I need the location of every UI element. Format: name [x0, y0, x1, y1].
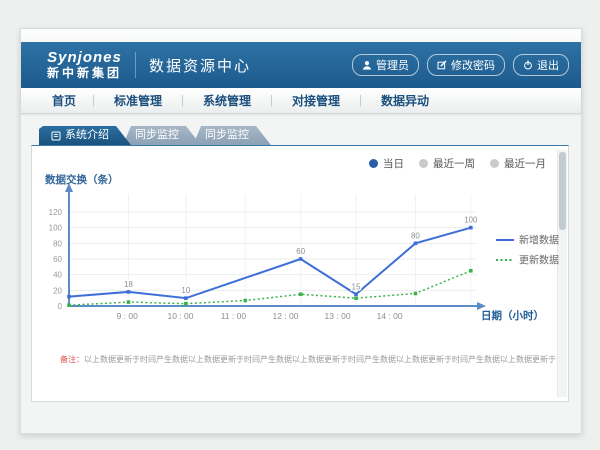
- tab-sync-monitor-1[interactable]: 同步监控: [123, 126, 201, 145]
- svg-text:更新数据: 更新数据: [519, 254, 559, 267]
- logout-label: 退出: [537, 57, 559, 73]
- current-user-button[interactable]: 管理员: [352, 54, 419, 76]
- range-option-last-month[interactable]: 最近一月: [490, 156, 546, 171]
- svg-text:20: 20: [53, 286, 62, 295]
- svg-text:100: 100: [464, 216, 478, 225]
- svg-text:60: 60: [296, 247, 305, 256]
- svg-text:120: 120: [49, 208, 63, 217]
- footnote-text: 以上数据更新于时间产生数据以上数据更新于时间产生数据以上数据更新于时间产生数据以…: [84, 355, 556, 364]
- x-axis-title: 日期（小时）: [481, 308, 544, 323]
- change-password-label: 修改密码: [451, 57, 495, 73]
- radio-unselected-icon: [419, 159, 428, 168]
- svg-text:9 : 00: 9 : 00: [117, 311, 139, 321]
- nav-item-data-changes[interactable]: 数据异动: [361, 92, 449, 109]
- svg-text:40: 40: [53, 271, 62, 280]
- svg-text:10: 10: [181, 286, 190, 295]
- svg-text:14 : 00: 14 : 00: [377, 311, 403, 321]
- nav-item-home[interactable]: 首页: [35, 92, 93, 109]
- footnote-label: 备注：: [60, 355, 84, 364]
- svg-text:11 : 00: 11 : 00: [221, 311, 247, 321]
- nav-item-integration-mgmt[interactable]: 对接管理: [272, 92, 360, 109]
- svg-text:18: 18: [124, 280, 133, 289]
- tab-label: 系统介绍: [65, 126, 109, 145]
- main-nav: 首页 标准管理 系统管理 对接管理 数据异动: [21, 88, 581, 114]
- brand-logo: Synjones 新中新集团: [47, 50, 122, 80]
- range-option-label: 最近一周: [433, 156, 475, 171]
- app-title: 数据资源中心: [149, 55, 251, 76]
- user-icon: [362, 60, 372, 70]
- current-user-label: 管理员: [376, 57, 409, 73]
- tab-sync-monitor-2[interactable]: 同步监控: [193, 126, 271, 145]
- svg-text:100: 100: [49, 224, 63, 233]
- change-password-button[interactable]: 修改密码: [427, 54, 505, 76]
- nav-item-standard-mgmt[interactable]: 标准管理: [94, 92, 182, 109]
- range-option-today[interactable]: 当日: [369, 156, 404, 171]
- svg-text:80: 80: [411, 231, 420, 240]
- edit-icon: [437, 60, 447, 70]
- app-window: Synjones 新中新集团 数据资源中心 管理员 修改密码: [20, 28, 582, 434]
- svg-text:10 : 00: 10 : 00: [168, 311, 194, 321]
- tab-bar: 系统介绍 同步监控 同步监控: [39, 126, 271, 145]
- tab-label: 同步监控: [205, 126, 249, 145]
- range-option-last-week[interactable]: 最近一周: [419, 156, 475, 171]
- svg-text:0: 0: [58, 302, 63, 311]
- document-icon: [51, 131, 61, 141]
- range-option-label: 当日: [383, 156, 404, 171]
- brand-logo-subtext: 新中新集团: [47, 67, 122, 80]
- user-toolbar: 管理员 修改密码 退出: [352, 54, 569, 76]
- tab-system-intro[interactable]: 系统介绍: [39, 126, 131, 145]
- svg-text:15: 15: [352, 282, 361, 291]
- chart-panel: 当日 最近一周 最近一月 数据交换（条） 0 20 40 60 80 100 120 9 : …: [31, 145, 569, 402]
- svg-text:新增数据: 新增数据: [519, 234, 559, 247]
- logout-button[interactable]: 退出: [513, 54, 569, 76]
- svg-text:12 : 00: 12 : 00: [272, 311, 298, 321]
- svg-text:13 : 00: 13 : 00: [325, 311, 351, 321]
- brand-logo-text: Synjones: [47, 50, 122, 67]
- header-divider: [135, 52, 136, 78]
- footnote: 备注：以上数据更新于时间产生数据以上数据更新于时间产生数据以上数据更新于时间产生…: [60, 354, 560, 365]
- radio-selected-icon: [369, 159, 378, 168]
- range-filter: 当日 最近一周 最近一月: [369, 156, 546, 171]
- y-axis-title: 数据交换（条）: [45, 172, 119, 187]
- power-icon: [523, 60, 533, 70]
- app-header: Synjones 新中新集团 数据资源中心 管理员 修改密码: [21, 42, 581, 88]
- svg-text:60: 60: [53, 255, 62, 264]
- svg-text:80: 80: [53, 239, 62, 248]
- range-option-label: 最近一月: [504, 156, 546, 171]
- page-top-strip: [21, 29, 581, 42]
- radio-unselected-icon: [490, 159, 499, 168]
- tab-label: 同步监控: [135, 126, 179, 145]
- nav-item-system-mgmt[interactable]: 系统管理: [183, 92, 271, 109]
- content-area: 系统介绍 同步监控 同步监控 当日 最近一周: [21, 114, 581, 433]
